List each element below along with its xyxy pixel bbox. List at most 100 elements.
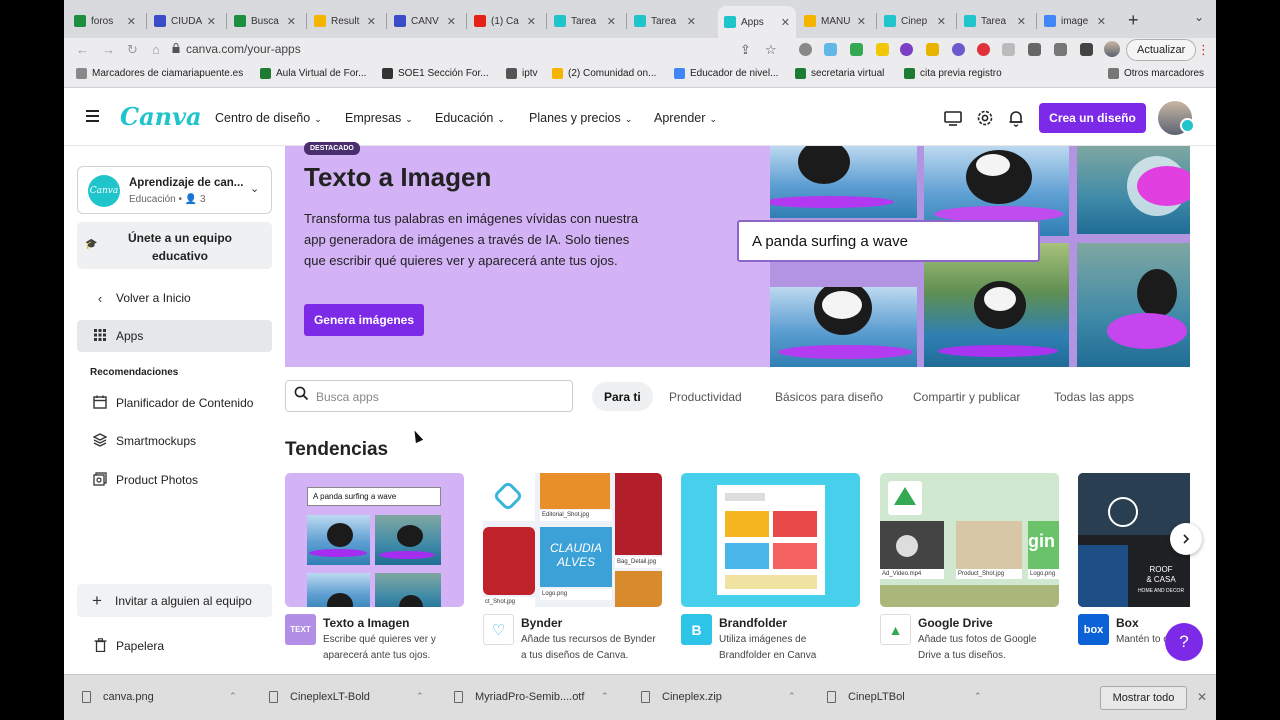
- bookmark-item[interactable]: SOE1 Sección For...: [382, 68, 489, 79]
- app-card-bynder[interactable]: Editorial_Shot.jpg CLAUDIA ALVES Bag_Deta…: [483, 473, 663, 661]
- url-field[interactable]: canva.com/your-apps: [186, 42, 301, 56]
- back-icon[interactable]: ←: [76, 42, 89, 57]
- chevron-up-icon[interactable]: ⌃: [416, 691, 424, 702]
- header-nav-item[interactable]: Empresas ⌄: [345, 111, 413, 125]
- browser-tab[interactable]: CANV ✕: [388, 8, 462, 34]
- chevron-up-icon[interactable]: ⌃: [601, 691, 609, 702]
- tab-close-icon[interactable]: ✕: [937, 15, 946, 28]
- download-item[interactable]: Cineplex.zip: [641, 691, 722, 703]
- extension-icon[interactable]: [1002, 43, 1015, 56]
- tab-close-icon[interactable]: ✕: [447, 15, 456, 28]
- tab-close-icon[interactable]: ✕: [367, 15, 376, 28]
- browser-tab[interactable]: CIUDA ✕: [148, 8, 222, 34]
- bookmark-item[interactable]: Educador de nivel...: [674, 68, 778, 79]
- tab-close-icon[interactable]: ✕: [781, 16, 790, 29]
- invite-to-team-button[interactable]: + Invitar a alguien al equipo: [77, 584, 272, 617]
- close-icon[interactable]: ✕: [1197, 690, 1207, 704]
- tab-close-icon[interactable]: ✕: [127, 15, 136, 28]
- browser-tab[interactable]: (1) Ca ✕: [468, 8, 542, 34]
- canva-logo[interactable]: Canva: [120, 102, 202, 131]
- header-nav-item[interactable]: Centro de diseño ⌄: [215, 111, 322, 125]
- app-card-brandfolder[interactable]: B Brandfolder Utiliza imágenes de Brandf…: [681, 473, 861, 661]
- download-item[interactable]: CineplexLT-Bold: [269, 691, 370, 703]
- sidebar-icon[interactable]: [1080, 43, 1093, 56]
- search-input[interactable]: [316, 387, 556, 407]
- header-nav-item[interactable]: Aprender ⌄: [654, 111, 717, 125]
- browser-tab[interactable]: Tarea ✕: [958, 8, 1032, 34]
- bookmark-item[interactable]: iptv: [506, 68, 538, 79]
- bookmark-item[interactable]: (2) Comunidad on...: [552, 68, 656, 79]
- monitor-icon[interactable]: [943, 108, 963, 128]
- browser-tab[interactable]: foros ✕: [68, 8, 142, 34]
- tab-close-icon[interactable]: ✕: [287, 15, 296, 28]
- filter-tab[interactable]: Compartir y publicar: [913, 382, 1020, 411]
- browser-tab[interactable]: Apps ✕: [718, 6, 796, 38]
- chevron-up-icon[interactable]: ⌃: [788, 691, 796, 702]
- browser-tab[interactable]: Cinep ✕: [878, 8, 952, 34]
- extension-icon[interactable]: [977, 43, 990, 56]
- bookmark-item[interactable]: secretaria virtual: [795, 68, 884, 79]
- puzzle-icon[interactable]: [1028, 43, 1041, 56]
- tab-close-icon[interactable]: ✕: [207, 15, 216, 28]
- update-button[interactable]: Actualizar: [1126, 39, 1197, 61]
- download-item[interactable]: CinepLTBol: [827, 691, 905, 703]
- chevron-up-icon[interactable]: ⌃: [974, 691, 982, 702]
- browser-tab[interactable]: Busca ✕: [228, 8, 302, 34]
- other-bookmarks[interactable]: Otros marcadores: [1108, 68, 1204, 79]
- tab-close-icon[interactable]: ✕: [687, 15, 696, 28]
- header-nav-item[interactable]: Planes y precios ⌄: [529, 111, 632, 125]
- carousel-next-button[interactable]: [1170, 523, 1202, 555]
- sidebar-item-content-planner[interactable]: Planificador de Contenido: [77, 387, 272, 419]
- forward-icon[interactable]: →: [102, 42, 115, 57]
- extension-icon[interactable]: [799, 43, 812, 56]
- filter-tab[interactable]: Para ti: [592, 382, 653, 411]
- tab-close-icon[interactable]: ✕: [607, 15, 616, 28]
- help-button[interactable]: ?: [1165, 623, 1203, 661]
- team-switcher[interactable]: Canva Aprendizaje de can... Educación • …: [77, 166, 272, 214]
- bookmark-item[interactable]: Aula Virtual de For...: [260, 68, 366, 79]
- header-nav-item[interactable]: Educación ⌄: [435, 111, 505, 125]
- chevron-up-icon[interactable]: ⌃: [229, 691, 237, 702]
- back-to-home[interactable]: ‹ Volver a Inicio: [77, 282, 272, 314]
- browser-tab[interactable]: MANU ✕: [798, 8, 872, 34]
- home-icon[interactable]: ⌂: [152, 42, 160, 57]
- download-item[interactable]: canva.png: [82, 691, 154, 703]
- filter-tab[interactable]: Productividad: [669, 382, 742, 411]
- extension-icon[interactable]: [952, 43, 965, 56]
- hamburger-menu-icon[interactable]: [86, 110, 99, 122]
- sidebar-item-product-photos[interactable]: Product Photos: [77, 464, 272, 496]
- bell-icon[interactable]: [1006, 108, 1026, 128]
- sidebar-item-trash[interactable]: Papelera: [77, 630, 272, 662]
- share-icon[interactable]: ⇪: [740, 42, 751, 58]
- bookmark-item[interactable]: Marcadores de ciamariapuente.es: [76, 68, 243, 79]
- settings-gear-icon[interactable]: [975, 108, 995, 128]
- browser-tab[interactable]: image ✕: [1038, 8, 1112, 34]
- join-education-team-button[interactable]: 🎓 Únete a un equipo educativo: [77, 222, 272, 269]
- create-design-button[interactable]: Crea un diseño: [1039, 103, 1146, 133]
- browser-tab[interactable]: Result ✕: [308, 8, 382, 34]
- sidebar-item-apps[interactable]: Apps: [77, 320, 272, 352]
- generate-images-button[interactable]: Genera imágenes: [304, 304, 424, 336]
- download-item[interactable]: MyriadPro-Semib....otf: [454, 691, 584, 703]
- tab-close-icon[interactable]: ✕: [527, 15, 536, 28]
- sidebar-item-smartmockups[interactable]: Smartmockups: [77, 425, 272, 457]
- browser-tab[interactable]: Tarea ✕: [548, 8, 622, 34]
- app-card-text-to-image[interactable]: A panda surfing a wave TEXT Texto a Imag…: [285, 473, 465, 661]
- tab-close-icon[interactable]: ✕: [1097, 15, 1106, 28]
- profile-avatar[interactable]: [1104, 41, 1120, 57]
- bookmark-item[interactable]: cita previa registro: [904, 68, 1002, 79]
- show-all-downloads-button[interactable]: Mostrar todo: [1100, 686, 1187, 710]
- tab-close-icon[interactable]: ✕: [1017, 15, 1026, 28]
- filter-tab[interactable]: Básicos para diseño: [775, 382, 883, 411]
- new-tab-button[interactable]: +: [1128, 10, 1139, 31]
- reload-icon[interactable]: ↻: [127, 42, 138, 58]
- browser-tab[interactable]: Tarea ✕: [628, 8, 702, 34]
- tab-close-icon[interactable]: ✕: [857, 15, 866, 28]
- extension-icon[interactable]: [850, 43, 863, 56]
- app-card-google-drive[interactable]: Ad_Video.mp4 Product_Shot.jpg gin Logo.p…: [880, 473, 1060, 661]
- extension-icon[interactable]: [824, 43, 837, 56]
- tab-search-icon[interactable]: ⌄: [1194, 10, 1204, 24]
- extension-icon[interactable]: [876, 43, 889, 56]
- extension-icon[interactable]: [900, 43, 913, 56]
- extension-icon[interactable]: [926, 43, 939, 56]
